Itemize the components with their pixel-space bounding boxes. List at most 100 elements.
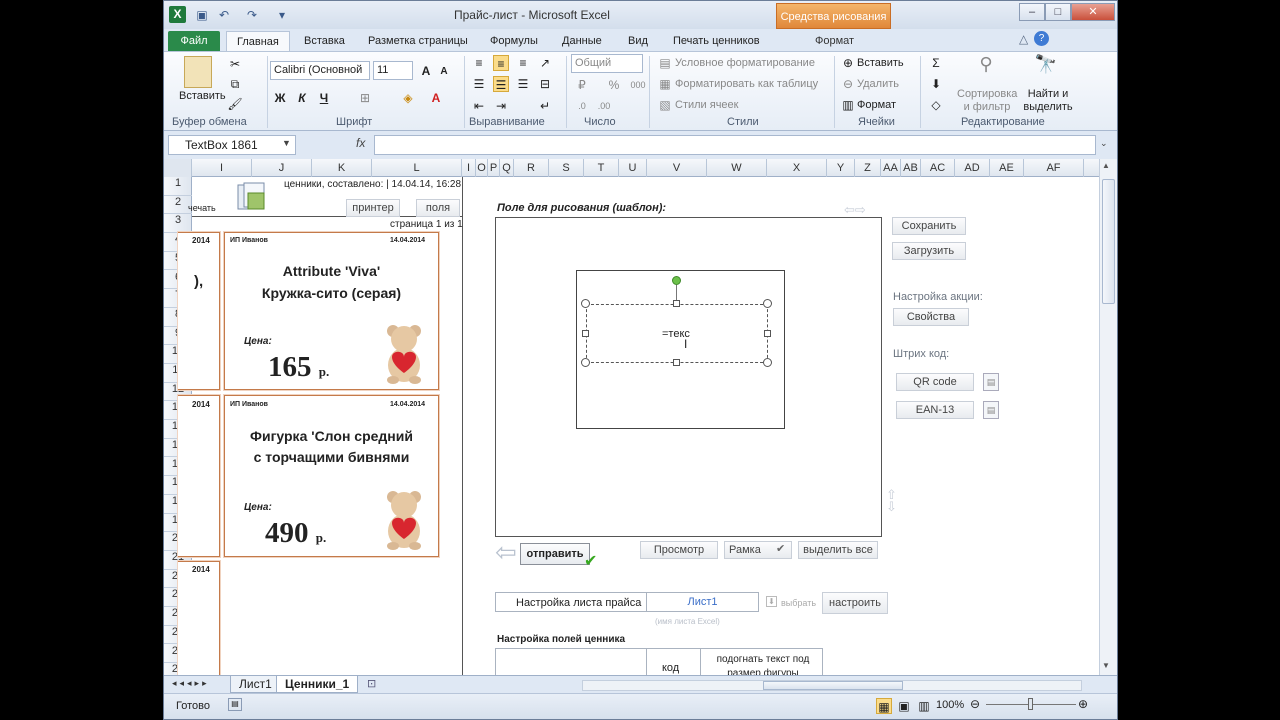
resize-handle[interactable] — [582, 330, 589, 337]
resize-handle[interactable] — [763, 299, 772, 308]
delete-cells-icon[interactable]: ⊖ — [840, 76, 856, 92]
sheet-tab-list1[interactable]: Лист1 — [230, 676, 281, 693]
column-header[interactable]: AC — [921, 159, 955, 177]
properties-button[interactable]: Свойства — [893, 308, 969, 326]
row-header[interactable]: 1 — [164, 177, 192, 196]
format-painter-icon[interactable]: 🖌 — [227, 96, 243, 112]
orientation-icon[interactable]: ↗ — [537, 55, 553, 71]
merge-cells-icon[interactable]: ⊟ — [537, 76, 553, 92]
sort-filter-button[interactable]: Сортировка и фильтр — [957, 88, 1017, 114]
shrink-font-icon[interactable]: A — [436, 64, 452, 80]
resize-handle[interactable] — [581, 358, 590, 367]
font-color-icon[interactable]: A — [428, 90, 444, 106]
autosum-icon[interactable]: Σ — [928, 55, 944, 71]
align-left-icon[interactable]: ☰ — [471, 76, 487, 92]
find-select-button[interactable]: Найти и выделить — [1020, 88, 1076, 114]
save-template-button[interactable]: Сохранить — [892, 217, 966, 235]
tab-page-layout[interactable]: Разметка страницы — [358, 31, 478, 51]
underline-button[interactable]: Ч — [316, 90, 332, 106]
qr-file-icon[interactable]: ▤ — [983, 373, 999, 391]
customize-toolbar-icon[interactable]: ▾ — [274, 7, 290, 23]
borders-icon[interactable]: ⊞ — [357, 90, 373, 106]
formula-input[interactable] — [374, 135, 1096, 155]
rotate-handle[interactable] — [672, 276, 681, 285]
format-as-table-icon[interactable]: ▦ — [657, 76, 673, 92]
minimize-button[interactable]: – — [1019, 3, 1045, 21]
format-as-table-button[interactable]: Форматировать как таблицу — [675, 78, 818, 90]
select-all-button[interactable]: выделить все — [798, 541, 878, 559]
tab-view[interactable]: Вид — [618, 31, 658, 51]
delete-cells-button[interactable]: Удалить — [857, 78, 899, 90]
name-box[interactable]: TextBox 1861 — [168, 135, 296, 155]
find-select-icon[interactable]: 🔭 — [1034, 55, 1058, 80]
tab-file[interactable]: Файл — [168, 31, 220, 51]
align-right-icon[interactable]: ☰ — [515, 76, 531, 92]
column-header[interactable]: J — [252, 159, 312, 177]
documents-icon[interactable] — [234, 181, 270, 213]
font-name-select[interactable]: Calibri (Основной — [270, 61, 370, 80]
tab-data[interactable]: Данные — [552, 31, 612, 51]
align-middle-icon[interactable]: ≡ — [493, 55, 509, 71]
close-button[interactable]: ✕ — [1071, 3, 1115, 21]
send-button[interactable]: отправить — [520, 543, 590, 565]
vertical-scrollbar[interactable]: ▲ ▼ — [1099, 159, 1117, 675]
resize-handle[interactable] — [673, 359, 680, 366]
choose-dropdown-icon[interactable]: ⬇ — [766, 596, 777, 607]
sheet-nav-arrows-icon[interactable]: ◂◂◂▸▸ — [172, 678, 210, 689]
fill-icon[interactable]: ⬇ — [928, 76, 944, 92]
grow-font-icon[interactable]: A — [418, 63, 434, 79]
expand-formula-bar-icon[interactable]: ⌄ — [1100, 138, 1108, 149]
minimize-ribbon-icon[interactable]: △ — [1019, 32, 1028, 46]
column-header[interactable]: AB — [901, 159, 921, 177]
column-header[interactable]: X — [767, 159, 827, 177]
insert-cells-button[interactable]: Вставить — [857, 57, 904, 69]
column-header[interactable]: I — [462, 159, 476, 177]
paste-icon[interactable] — [184, 56, 212, 88]
resize-handle[interactable] — [764, 330, 771, 337]
page-layout-view-icon[interactable]: ▣ — [896, 698, 912, 714]
conditional-formatting-button[interactable]: Условное форматирование — [675, 57, 815, 69]
back-arrow-icon[interactable]: ⇦ — [495, 539, 517, 565]
name-box-dropdown-icon[interactable]: ▼ — [282, 138, 291, 148]
bold-button[interactable]: Ж — [272, 90, 288, 106]
cut-icon[interactable]: ✂ — [227, 56, 243, 72]
column-header[interactable]: S — [549, 159, 584, 177]
maximize-button[interactable]: □ — [1045, 3, 1071, 21]
load-template-button[interactable]: Загрузить — [892, 242, 966, 260]
italic-button[interactable]: К — [294, 90, 310, 106]
increase-indent-icon[interactable]: ⇥ — [493, 98, 509, 114]
scroll-thumb[interactable] — [1102, 179, 1115, 304]
ean-file-icon[interactable]: ▤ — [983, 401, 999, 419]
percent-format-icon[interactable]: % — [606, 77, 622, 93]
column-header[interactable]: AA — [881, 159, 901, 177]
column-header[interactable]: Z — [855, 159, 881, 177]
column-header[interactable]: U — [619, 159, 647, 177]
tab-format[interactable]: Формат — [805, 31, 864, 51]
currency-format-icon[interactable]: ₽ — [574, 77, 590, 93]
ean13-button[interactable]: EAN-13 — [896, 401, 974, 419]
save-icon[interactable]: ▣ — [194, 7, 210, 23]
select-all-corner[interactable] — [164, 159, 192, 177]
column-header[interactable]: AF — [1024, 159, 1084, 177]
paste-button[interactable]: Вставить — [179, 90, 226, 102]
thousands-format-icon[interactable]: 000 — [630, 77, 646, 93]
cell-styles-button[interactable]: Стили ячеек — [675, 99, 738, 111]
horizontal-scrollbar[interactable] — [582, 680, 1082, 691]
clear-icon[interactable]: ◇ — [928, 97, 944, 113]
nav-arrows-icon[interactable]: ⇦⇨ — [844, 202, 866, 218]
align-center-icon[interactable]: ☰ — [493, 76, 509, 92]
configure-button[interactable]: настроить — [822, 592, 888, 614]
tab-formulas[interactable]: Формулы — [480, 31, 548, 51]
number-format-select[interactable]: Общий — [571, 54, 643, 73]
fill-color-icon[interactable]: ◈ — [400, 90, 416, 106]
format-cells-button[interactable]: Формат — [857, 99, 896, 111]
help-icon[interactable]: ? — [1034, 31, 1049, 46]
decrease-indent-icon[interactable]: ⇤ — [471, 98, 487, 114]
column-header[interactable]: W — [707, 159, 767, 177]
zoom-in-icon[interactable]: ⊕ — [1078, 697, 1088, 711]
vertical-nav-arrows-icon[interactable]: ⇧ ⇩ — [886, 488, 897, 513]
column-header[interactable]: R — [514, 159, 549, 177]
worksheet[interactable]: I J K L I O P Q R S T U V W X Y Z AA AB … — [164, 159, 1099, 675]
tab-insert[interactable]: Вставка — [294, 31, 355, 51]
sheet-name-field[interactable]: Лист1 — [646, 593, 758, 611]
